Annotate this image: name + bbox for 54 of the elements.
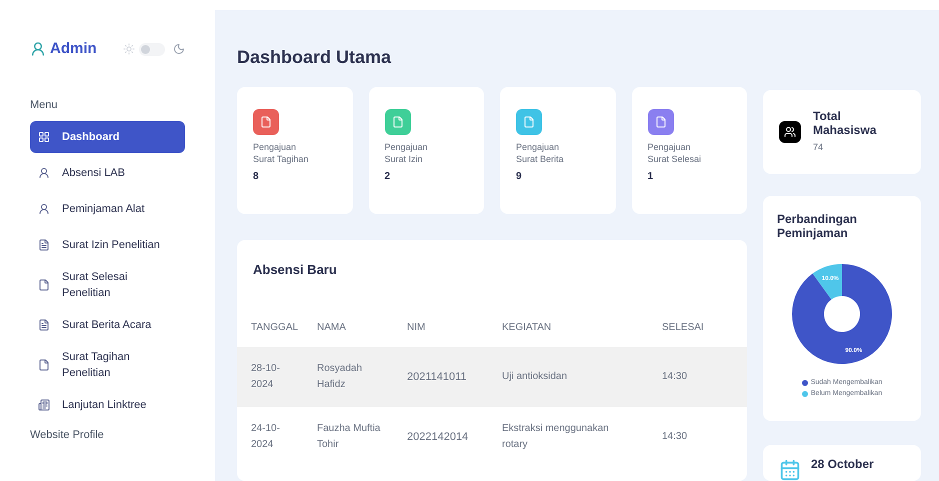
menu-icon (38, 167, 50, 179)
menu-icon (38, 359, 50, 371)
menu-item[interactable]: Lanjutan Linktree (30, 389, 185, 421)
menu-item[interactable]: Absensi LAB (30, 157, 185, 189)
sun-icon (123, 43, 135, 56)
stat-value: 2 (384, 170, 392, 184)
menu-item[interactable]: Surat Tagihan Penelitian (30, 345, 185, 385)
date-text: 28 October (811, 456, 874, 473)
menu-icon (38, 131, 50, 143)
total-value: 74 (813, 141, 824, 154)
user-name: Admin (50, 39, 97, 59)
menu-icon (38, 319, 50, 331)
users-icon (779, 121, 801, 143)
stat-label: Pengajuan Surat Selesai (648, 141, 702, 165)
table-cell: 14:30 (662, 346, 747, 406)
table-title: Absensi Baru (252, 261, 338, 279)
table-cell: Rosyadah Hafidz (317, 346, 407, 406)
column-header: TANGGAL (250, 320, 300, 334)
stat-value: 1 (648, 170, 654, 184)
table-cell: 2022142014 (407, 406, 502, 466)
table-cell: Ekstraksi menggunakan rotary (502, 406, 662, 466)
stat-label: Pengajuan Surat Tagihan (253, 141, 310, 165)
menu-item[interactable]: Surat Berita Acara (30, 309, 185, 341)
page-title: Dashboard Utama (237, 46, 392, 69)
column-header: NAMA (317, 320, 347, 334)
menu-icon (38, 399, 50, 411)
user-icon (30, 41, 46, 58)
stat-label: Pengajuan Surat Berita (516, 141, 565, 165)
stat-label: Pengajuan Surat Izin (384, 141, 429, 165)
theme-switch[interactable] (139, 42, 165, 56)
table-cell: 24-10-2024 (237, 406, 317, 466)
stat-value: 8 (253, 170, 260, 184)
table-cell: 14:30 (662, 406, 747, 466)
menu-icon (38, 279, 50, 291)
column-header: SELESAI (662, 320, 705, 334)
column-header: KEGIATAN (502, 320, 552, 334)
menu-item[interactable]: Surat Izin Penelitian (30, 229, 185, 261)
menu-item[interactable]: Peminjaman Alat (30, 193, 185, 225)
column-header: NIM (407, 320, 426, 334)
table-cell: Uji antioksidan (502, 346, 662, 406)
table-cell: Fauzha Muftia Tohir (317, 406, 407, 466)
menu-item[interactable]: Surat Selesai Penelitian (30, 265, 185, 305)
table-cell: 2021141011 (407, 346, 502, 406)
calendar-icon (779, 459, 801, 481)
table-cell: 28-10-2024 (237, 346, 317, 406)
menu-item[interactable]: Dashboard (30, 121, 185, 153)
section-heading: Website Profile (30, 428, 105, 443)
chart-title: Perbandingan Peminjaman (777, 212, 858, 240)
total-title: Total Mahasiswa (813, 109, 878, 138)
menu-icon (38, 203, 50, 215)
menu-heading: Menu (30, 98, 59, 112)
menu-icon (38, 239, 50, 251)
moon-icon (173, 43, 185, 56)
stat-value: 9 (516, 170, 523, 184)
